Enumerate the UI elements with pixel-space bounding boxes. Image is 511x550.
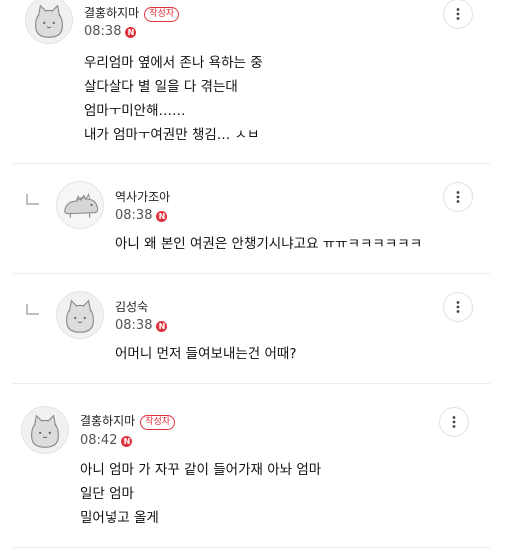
author-badge: 작성자 <box>144 7 180 22</box>
vertical-ellipsis-icon <box>456 8 460 20</box>
vertical-ellipsis-icon <box>456 191 460 203</box>
comment-author[interactable]: 역사가조아 <box>115 188 170 205</box>
new-badge: N <box>121 436 133 447</box>
comment-line: 밀어넣고 올게 <box>80 510 159 526</box>
comment-line: 살다살다 별 일을 다 겪는대 <box>84 79 238 95</box>
vertical-ellipsis-icon <box>456 301 460 313</box>
comment-time: 08:42 N <box>80 433 133 448</box>
author-badge: 작성자 <box>140 415 176 430</box>
divider <box>13 547 490 548</box>
cat-avatar-icon[interactable] <box>21 406 69 454</box>
comment-line: 우리엄마 옆에서 존나 욕하는 중 <box>84 55 263 71</box>
reply-arrow-icon <box>26 304 39 315</box>
comment-line: 어머니 먼저 들여보내는건 어때? <box>115 346 297 362</box>
cat-avatar-icon[interactable] <box>56 291 104 339</box>
comment-4: 결홍하지마 작성자 08:42 N 아니 엄마 가 자꾸 같이 들어가재 아놔 엄마… <box>0 384 511 550</box>
comment-line: 아니 엄마 가 자꾸 같이 들어가재 아놔 엄마 <box>80 462 322 478</box>
dinosaur-avatar-icon[interactable] <box>56 181 104 229</box>
vertical-ellipsis-icon <box>452 416 456 428</box>
comment-text: 어머니 먼저 들여보내는건 어때? <box>115 342 297 366</box>
comment-text: 아니 왜 본인 여권은 안챙기시냐고요 ㅠㅠㅋㅋㅋㅋㅋㅋ <box>115 232 422 256</box>
new-badge: N <box>125 27 137 38</box>
new-badge: N <box>156 321 168 332</box>
comment-author[interactable]: 김성숙 <box>115 298 148 315</box>
comment-time: 08:38 N <box>115 208 168 223</box>
comment-2: 역사가조아 08:38 N 아니 왜 본인 여권은 안챙기시냐고요 ㅠㅠㅋㅋㅋㅋㅋ… <box>0 164 511 274</box>
comment-line: 아니 왜 본인 여권은 안챙기시냐고요 ㅠㅠㅋㅋㅋㅋㅋㅋ <box>115 236 423 252</box>
comment-author[interactable]: 결홍하지마 작성자 <box>84 4 180 22</box>
comment-line: 엄마ㅜ미안해…… <box>84 103 186 119</box>
more-options-button[interactable] <box>443 0 473 29</box>
reply-arrow-icon <box>26 194 39 205</box>
comment-time: 08:38 N <box>84 24 137 39</box>
comment-text: 우리엄마 옆에서 존나 욕하는 중 살다살다 별 일을 다 겪는대 엄마ㅜ미안해… <box>84 51 263 147</box>
cat-avatar-icon[interactable] <box>25 0 73 44</box>
comment-author[interactable]: 결홍하지마 작성자 <box>80 412 176 430</box>
comment-1: 결홍하지마 작성자 08:38 N 우리엄마 옆에서 존나 욕하는 중 살다살다 별… <box>0 0 511 164</box>
comment-line: 일단 엄마 <box>80 486 134 502</box>
new-badge: N <box>156 211 168 222</box>
more-options-button[interactable] <box>443 182 473 212</box>
comment-time: 08:38 N <box>115 318 168 333</box>
more-options-button[interactable] <box>443 292 473 322</box>
comment-line: 내가 엄마ㅜ여권만 챙김… ㅅㅂ <box>84 127 260 143</box>
more-options-button[interactable] <box>439 407 469 437</box>
comment-text: 아니 엄마 가 자꾸 같이 들어가재 아놔 엄마 일단 엄마 밀어넣고 올게 <box>80 458 321 530</box>
comment-3: 김성숙 08:38 N 어머니 먼저 들여보내는건 어때? <box>0 274 511 384</box>
